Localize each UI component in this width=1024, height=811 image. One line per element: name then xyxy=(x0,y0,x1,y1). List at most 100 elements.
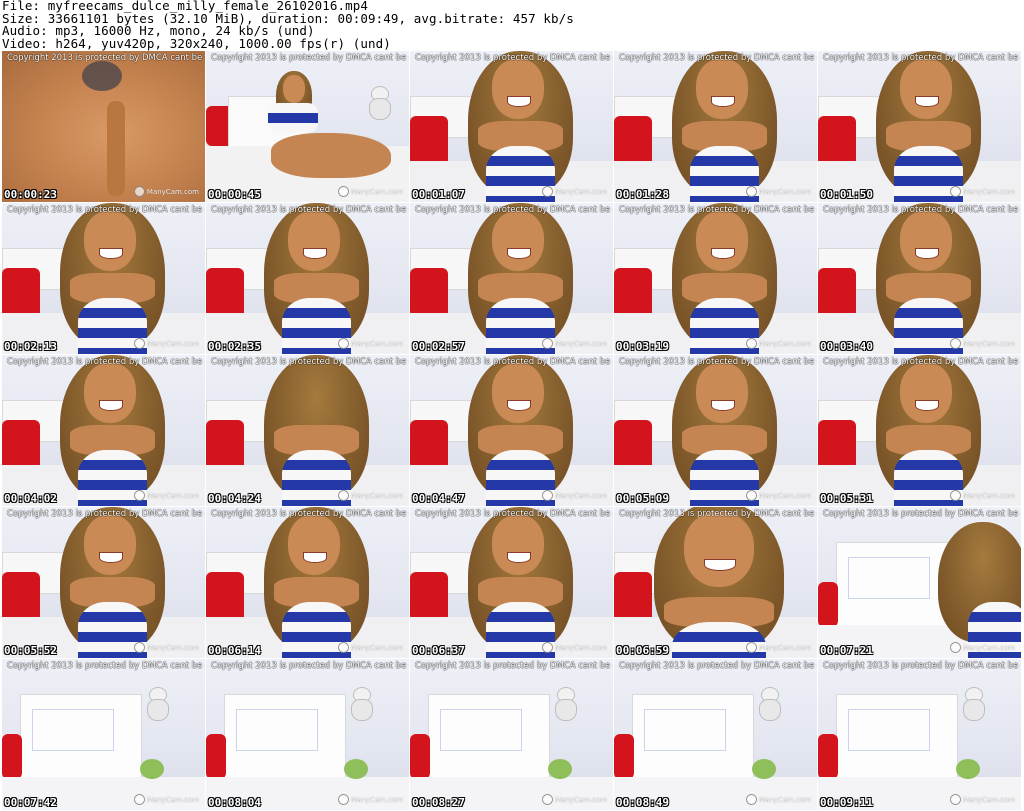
manycam-logo-icon xyxy=(133,338,145,349)
manycam-logo-icon xyxy=(745,642,757,653)
watermark-text: ManyCam.com xyxy=(350,795,403,804)
watermark-text: ManyCam.com xyxy=(146,339,199,348)
copyright-overlay: Copyright 2013 is protected by DMCA cant… xyxy=(823,205,1021,215)
manycam-logo-icon xyxy=(133,490,145,501)
video-frame xyxy=(2,355,205,506)
manycam-watermark: ManyCam.com xyxy=(133,338,199,349)
watermark-text: ManyCam.com xyxy=(962,187,1015,196)
timestamp-label: 00:06:37 xyxy=(412,644,465,657)
manycam-watermark: ManyCam.com xyxy=(337,186,403,197)
video-frame xyxy=(410,51,613,202)
watermark-text: ManyCam.com xyxy=(554,795,607,804)
thumbnail-tile[interactable]: Copyright 2013 is protected by DMCA cant… xyxy=(206,659,409,810)
copyright-overlay: Copyright 2013 is protected by DMCA cant… xyxy=(211,53,409,63)
thumbnail-tile[interactable]: Copyright 2013 is protected by DMCA cant… xyxy=(410,507,613,658)
thumbnail-tile[interactable]: Copyright 2013 is protected by DMCA cant… xyxy=(410,203,613,354)
video-frame xyxy=(410,203,613,354)
watermark-text: ManyCam.com xyxy=(554,339,607,348)
copyright-overlay: Copyright 2013 is protected by DMCA cant… xyxy=(619,53,817,63)
thumbnail-tile[interactable]: Copyright 2013 is protected by DMCA cant… xyxy=(818,507,1021,658)
thumbnail-tile[interactable]: Copyright 2013 is protected by DMCA cant… xyxy=(614,203,817,354)
video-frame xyxy=(614,51,817,202)
thumbnail-tile[interactable]: Copyright 2013 is protected by DMCA cant… xyxy=(2,659,205,810)
manycam-logo-icon xyxy=(745,186,757,197)
timestamp-label: 00:02:57 xyxy=(412,340,465,353)
watermark-text: ManyCam.com xyxy=(350,187,403,196)
watermark-text: ManyCam.com xyxy=(146,491,199,500)
thumbnail-tile[interactable]: Copyright 2013 is protected by DMCA cant… xyxy=(2,507,205,658)
watermark-text: ManyCam.com xyxy=(962,491,1015,500)
watermark-text: ManyCam.com xyxy=(146,187,199,196)
video-info-line: Video: h264, yuv420p, 320x240, 1000.00 f… xyxy=(2,35,391,51)
copyright-overlay: Copyright 2013 is protected by DMCA cant… xyxy=(823,509,1021,519)
watermark-text: ManyCam.com xyxy=(758,491,811,500)
thumbnail-tile[interactable]: Copyright 2013 is protected by DMCA cant… xyxy=(206,507,409,658)
timestamp-label: 00:01:50 xyxy=(820,188,873,201)
video-frame xyxy=(206,203,409,354)
thumbnail-tile[interactable]: Copyright 2013 is protected by DMCA cant… xyxy=(614,659,817,810)
thumbnail-tile[interactable]: Copyright 2013 is protected by DMCA cant… xyxy=(410,355,613,506)
manycam-logo-icon xyxy=(745,490,757,501)
thumbnail-tile[interactable]: Copyright 2013 is protected by DMCA cant… xyxy=(206,51,409,202)
thumbnail-tile[interactable]: Copyright 2013 is protected by DMCA cant… xyxy=(818,203,1021,354)
watermark-text: ManyCam.com xyxy=(758,187,811,196)
timestamp-label: 00:08:04 xyxy=(208,796,261,809)
thumbnail-tile[interactable]: Copyright 2013 is protected by DMCA cant… xyxy=(614,507,817,658)
manycam-logo-icon xyxy=(541,338,553,349)
manycam-watermark: ManyCam.com xyxy=(745,338,811,349)
video-frame xyxy=(2,507,205,658)
watermark-text: ManyCam.com xyxy=(554,491,607,500)
timestamp-label: 00:04:47 xyxy=(412,492,465,505)
thumbnail-tile[interactable]: Copyright 2013 is protected by DMCA cant… xyxy=(410,51,613,202)
copyright-overlay: Copyright 2013 is protected by DMCA cant… xyxy=(7,509,205,519)
thumbnail-tile[interactable]: Copyright 2013 is protected by DMCA cant… xyxy=(614,355,817,506)
thumbnail-tile[interactable]: Copyright 2013 is protected by DMCA cant… xyxy=(206,203,409,354)
file-info-header: File: myfreecams_dulce_milly_female_2610… xyxy=(2,0,1022,50)
watermark-text: ManyCam.com xyxy=(758,643,811,652)
thumbnail-tile[interactable]: Copyright 2013 is protected by DMCA cant… xyxy=(614,51,817,202)
timestamp-label: 00:05:31 xyxy=(820,492,873,505)
timestamp-label: 00:08:27 xyxy=(412,796,465,809)
watermark-text: ManyCam.com xyxy=(554,187,607,196)
manycam-logo-icon xyxy=(745,794,757,805)
copyright-overlay: Copyright 2013 is protected by DMCA cant… xyxy=(415,53,613,63)
manycam-watermark: ManyCam.com xyxy=(133,794,199,805)
thumbnail-tile[interactable]: Copyright 2013 is protected by DMCA cant… xyxy=(410,659,613,810)
manycam-watermark: ManyCam.com xyxy=(949,490,1015,501)
manycam-logo-icon xyxy=(337,490,349,501)
thumbnail-grid: Copyright 2013 is protected by DMCA cant… xyxy=(0,51,1024,811)
watermark-text: ManyCam.com xyxy=(146,795,199,804)
manycam-watermark: ManyCam.com xyxy=(337,338,403,349)
thumbnail-tile[interactable]: Copyright 2013 is protected by DMCA cant… xyxy=(2,355,205,506)
thumbnail-tile[interactable]: Copyright 2013 is protected by DMCA cant… xyxy=(2,51,205,202)
video-frame xyxy=(410,355,613,506)
timestamp-label: 00:09:11 xyxy=(820,796,873,809)
manycam-watermark: ManyCam.com xyxy=(133,490,199,501)
copyright-overlay: Copyright 2013 is protected by DMCA cant… xyxy=(415,357,613,367)
watermark-text: ManyCam.com xyxy=(350,339,403,348)
copyright-overlay: Copyright 2013 is protected by DMCA cant… xyxy=(619,205,817,215)
copyright-overlay: Copyright 2013 is protected by DMCA cant… xyxy=(415,661,613,671)
copyright-overlay: Copyright 2013 is protected by DMCA cant… xyxy=(619,661,817,671)
thumbnail-tile[interactable]: Copyright 2013 is protected by DMCA cant… xyxy=(818,51,1021,202)
thumbnail-tile[interactable]: Copyright 2013 is protected by DMCA cant… xyxy=(2,203,205,354)
manycam-watermark: ManyCam.com xyxy=(541,338,607,349)
copyright-overlay: Copyright 2013 is protected by DMCA cant… xyxy=(823,357,1021,367)
timestamp-label: 00:00:23 xyxy=(4,188,57,201)
video-frame xyxy=(2,203,205,354)
manycam-logo-icon xyxy=(949,642,961,653)
video-frame xyxy=(818,51,1021,202)
video-frame xyxy=(2,659,205,810)
thumbnail-tile[interactable]: Copyright 2013 is protected by DMCA cant… xyxy=(206,355,409,506)
watermark-text: ManyCam.com xyxy=(554,643,607,652)
watermark-text: ManyCam.com xyxy=(350,643,403,652)
timestamp-label: 00:07:42 xyxy=(4,796,57,809)
manycam-logo-icon xyxy=(949,186,961,197)
thumbnail-tile[interactable]: Copyright 2013 is protected by DMCA cant… xyxy=(818,355,1021,506)
video-frame xyxy=(818,355,1021,506)
watermark-text: ManyCam.com xyxy=(350,491,403,500)
manycam-logo-icon xyxy=(337,186,349,197)
manycam-watermark: ManyCam.com xyxy=(949,642,1015,653)
thumbnail-tile[interactable]: Copyright 2013 is protected by DMCA cant… xyxy=(818,659,1021,810)
manycam-watermark: ManyCam.com xyxy=(133,186,199,197)
